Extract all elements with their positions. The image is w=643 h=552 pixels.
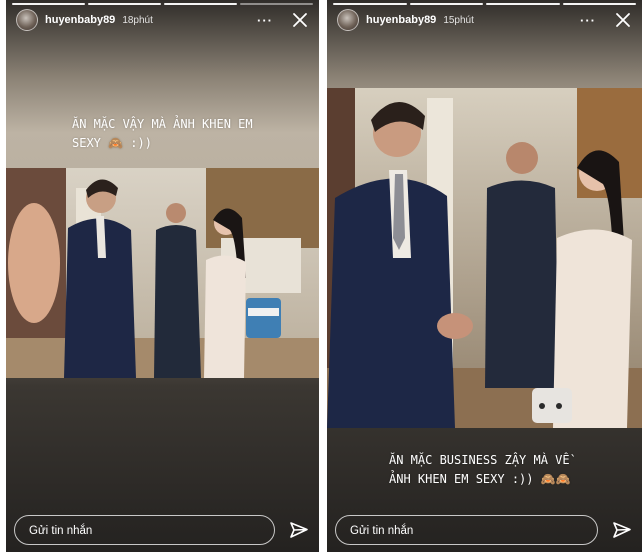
- close-icon[interactable]: [291, 11, 309, 29]
- progress-segment: [164, 3, 237, 5]
- send-icon[interactable]: [612, 520, 632, 540]
- post-time: 15phút: [443, 14, 474, 26]
- username[interactable]: huyenbaby89: [45, 14, 115, 26]
- close-icon[interactable]: [614, 11, 632, 29]
- caption-line: ĂN MẶC VẬY MÀ ẢNH KHEN EM: [72, 117, 253, 131]
- progress-segment: [486, 3, 560, 5]
- story-progress-bar: [333, 3, 636, 5]
- caption-line: ẢNH KHEN EM SEXY :)) 🙈🙈: [389, 472, 571, 486]
- username[interactable]: huyenbaby89: [366, 14, 436, 26]
- avatar[interactable]: [16, 9, 38, 31]
- send-icon[interactable]: [289, 520, 309, 540]
- caption-line: ĂN MẶC BUSINESS ZẬY MÀ VỀ: [389, 453, 570, 467]
- progress-segment: [240, 3, 313, 5]
- more-horizontal-icon[interactable]: ···: [580, 13, 596, 28]
- progress-segment: [409, 3, 483, 5]
- story-header: huyenbaby89 15phút ···: [337, 9, 632, 31]
- progress-segment: [12, 3, 85, 5]
- caption-line: SEXY 🙈 :)): [72, 136, 152, 150]
- progress-segment: [333, 3, 407, 5]
- progress-segment: [88, 3, 161, 5]
- story-footer: Gửi tin nhắn: [335, 514, 632, 546]
- story-caption: ĂN MẶC BUSINESS ZẬY MÀ VỀ ẢNH KHEN EM SE…: [389, 451, 571, 489]
- more-horizontal-icon[interactable]: ···: [257, 13, 273, 28]
- avatar[interactable]: [337, 9, 359, 31]
- story-caption: ĂN MẶC VẬY MÀ ẢNH KHEN EM SEXY 🙈 :)): [72, 115, 253, 153]
- story-header: huyenbaby89 18phút ···: [16, 9, 309, 31]
- story-progress-bar: [12, 3, 313, 5]
- story-footer: Gửi tin nhắn: [14, 514, 309, 546]
- progress-segment: [562, 3, 636, 5]
- send-message-input[interactable]: Gửi tin nhắn: [335, 515, 598, 545]
- story-panel-left[interactable]: huyenbaby89 18phút ··· ĂN MẶC VẬY MÀ ẢNH…: [6, 0, 319, 552]
- story-panel-right[interactable]: huyenbaby89 15phút ··· ĂN MẶC BUSINESS Z…: [327, 0, 642, 552]
- story-photo: [6, 168, 319, 378]
- post-time: 18phút: [122, 14, 153, 26]
- send-message-input[interactable]: Gửi tin nhắn: [14, 515, 275, 545]
- story-photo: [327, 88, 642, 428]
